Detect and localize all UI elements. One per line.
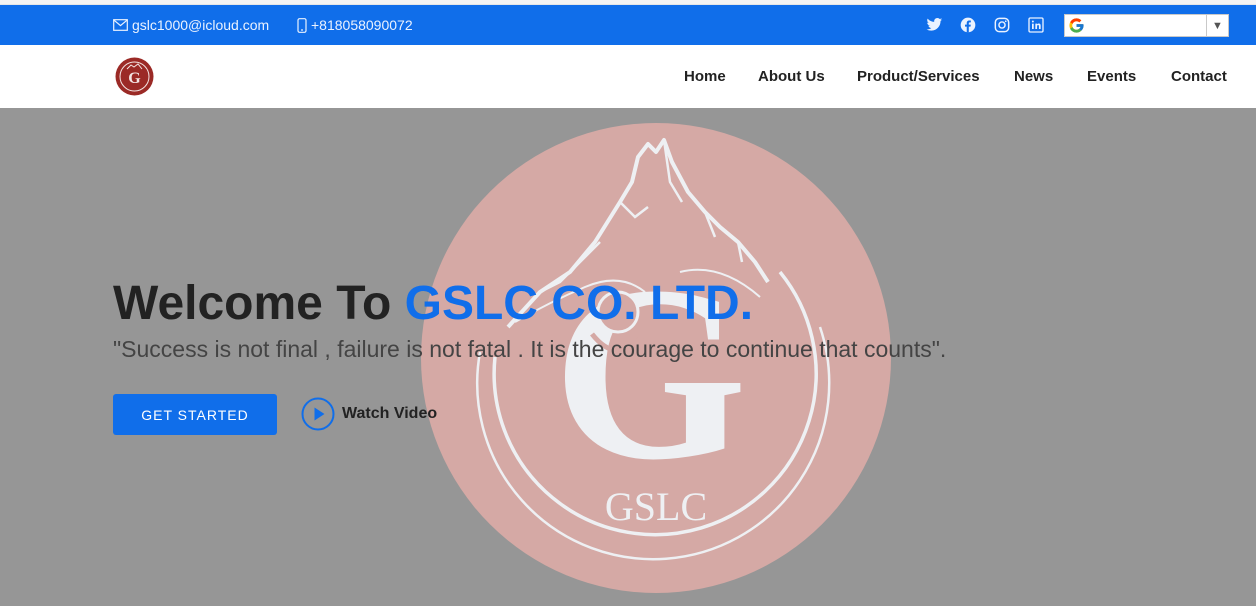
facebook-icon[interactable] [960,5,976,45]
linkedin-icon[interactable] [1028,5,1044,45]
nav-events[interactable]: Events [1087,45,1136,108]
watch-video-link[interactable]: Watch Video [301,397,437,431]
main-navbar: G Home About Us Product/Services News Ev… [0,45,1256,108]
google-icon [1065,15,1087,36]
nav-about-us[interactable]: About Us [758,45,825,108]
brand-logo[interactable]: G [115,57,154,96]
contact-email-text: gslc1000@icloud.com [132,17,270,33]
hero-quote: "Success is not final , failure is not f… [113,336,947,362]
hero-title-company: GSLC CO. LTD. [404,277,754,330]
hero-title-prefix: Welcome To [113,277,405,330]
contact-phone[interactable]: +818058090072 [297,5,413,45]
contact-email[interactable]: gslc1000@icloud.com [113,5,269,45]
chevron-down-icon[interactable]: ▼ [1206,15,1228,36]
language-select[interactable]: ▼ [1064,14,1229,37]
page: gslc1000@icloud.com +818058090072 ▼ G Ho… [0,0,1256,606]
hero-section: G GSLC Welcome To GSLC CO. LTD. "Success… [0,108,1256,606]
top-bar: gslc1000@icloud.com +818058090072 ▼ [0,5,1256,45]
brand-logo-letter: G [128,70,141,87]
get-started-button[interactable]: GET STARTED [113,394,277,435]
play-icon[interactable] [301,397,335,431]
hero-title: Welcome To GSLC CO. LTD. [113,276,753,332]
nav-news[interactable]: News [1014,45,1053,108]
contact-phone-text: +818058090072 [311,17,413,33]
envelope-icon [113,19,128,31]
emblem-text: GSLC [605,484,707,529]
nav-contact[interactable]: Contact [1171,45,1227,108]
phone-icon [297,17,307,33]
nav-product-services[interactable]: Product/Services [857,45,980,108]
instagram-icon[interactable] [994,5,1010,45]
nav-home[interactable]: Home [684,45,726,108]
twitter-icon[interactable] [926,5,943,45]
watch-video-label: Watch Video [342,405,438,422]
